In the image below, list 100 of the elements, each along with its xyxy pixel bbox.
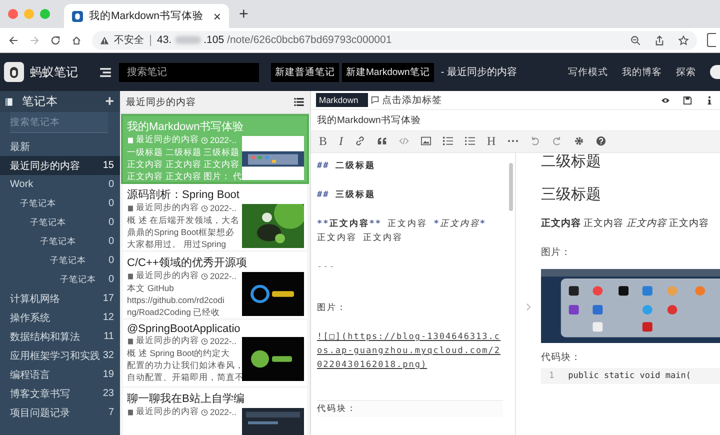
notebook-item[interactable]: 子笔记本 0: [0, 251, 120, 270]
notebook-item[interactable]: 子笔记本 0: [0, 270, 120, 289]
note-item[interactable]: 源码剖析：Spring Boot 最近同步的内容 2022-.. 概 述 在后端开发领域，大名 鼎鼎的Spring Boot框架想必 大家都用过。 用过Spring: [123, 184, 307, 250]
note-title: 聊一聊我在B站上自学编: [127, 392, 246, 406]
redo-icon[interactable]: [552, 136, 562, 146]
notebook-item[interactable]: 编程语言 19: [0, 365, 120, 384]
avatar-icon[interactable]: [710, 65, 720, 79]
notebook-search-field[interactable]: 搜索笔记本: [10, 112, 108, 133]
new-tab-button[interactable]: +: [239, 6, 248, 24]
new-note-button[interactable]: 新建普通笔记: [271, 62, 339, 82]
zoom-icon[interactable]: [630, 34, 641, 46]
format-button[interactable]: H: [487, 134, 496, 148]
notebook-item[interactable]: 计算机网络 17: [0, 289, 120, 308]
note-item[interactable]: 聊一聊我在B站上自学编 最近同步的内容 2022-..: [123, 388, 307, 435]
numbered-list-icon[interactable]: [443, 136, 454, 146]
notebook-item[interactable]: 子笔记本 0: [0, 213, 120, 232]
settings-icon[interactable]: [574, 136, 584, 146]
note-snippet: 鼎鼎的Spring Boot框架想必: [127, 226, 236, 238]
notebook-item[interactable]: 博客文章书写 23: [0, 384, 120, 403]
reload-icon[interactable]: [50, 34, 61, 46]
header-link[interactable]: 探索: [676, 66, 696, 78]
note-snippet: ng/Road2Coding 已经收: [127, 306, 222, 318]
clock-icon: [201, 204, 208, 212]
tab-close-button[interactable]: ×: [213, 8, 221, 24]
note-snippet: 大家都用过。 用过Spring: [127, 238, 227, 250]
note-title: C/C++领域的优秀开源项: [127, 256, 248, 270]
note-snippet: 本文 GitHub: [127, 282, 175, 294]
browser-tab[interactable]: 我的Markdown书写体验 ×: [64, 4, 229, 28]
scrollbar[interactable]: [509, 163, 513, 211]
preview-text: 图片：: [541, 246, 572, 259]
share-icon[interactable]: [654, 34, 665, 46]
sidebar-toggle-icon[interactable]: [707, 33, 716, 47]
header-link[interactable]: 写作模式: [568, 66, 608, 78]
notebook-icon: [127, 338, 134, 344]
back-icon[interactable]: [8, 34, 19, 46]
notebook-item[interactable]: 子笔记本 0: [0, 194, 120, 213]
note-notebook: 最近同步的内容: [136, 134, 199, 146]
clock-icon: [201, 136, 208, 144]
note-snippet: 概 述 在后端开发领域，大名: [127, 214, 240, 226]
blurred-address: [174, 36, 201, 44]
line-number: 1: [549, 371, 554, 381]
preview-text: 代码块：: [541, 351, 582, 364]
notebook-item[interactable]: Work 0: [0, 175, 120, 194]
app-logo-text: 蚂蚁笔记: [30, 64, 78, 80]
markdown-rule: ---: [317, 261, 336, 274]
image-icon[interactable]: [421, 136, 432, 146]
note-title: 源码剖析：Spring Boot: [127, 188, 240, 202]
undo-icon[interactable]: [530, 136, 540, 146]
preview-paragraph: 正文内容 正文内容 正文内容 正文内容: [541, 217, 710, 230]
eye-icon[interactable]: [661, 96, 670, 104]
note-snippet: 正文内容 正文内容 正文内容: [127, 158, 240, 170]
security-label: 不安全: [114, 34, 144, 47]
url-host: 43.: [157, 34, 172, 46]
clock-icon: [201, 338, 208, 344]
markdown-line: **正文内容** 正文内容 *正文内容*: [317, 218, 487, 231]
sidebar-title: 笔记本: [22, 94, 59, 109]
note-date: 2022-..: [210, 203, 236, 213]
markdown-heading: ## 二级标题: [317, 160, 376, 173]
search-field[interactable]: 搜索笔记: [119, 62, 259, 82]
preview-heading: 二级标题: [541, 153, 602, 171]
current-notebook-label: - 最近同步的内容: [440, 66, 517, 79]
notebook-item[interactable]: 最新: [0, 137, 120, 156]
star-icon[interactable]: [678, 34, 689, 46]
home-icon[interactable]: [71, 34, 82, 46]
markdown-line: 正文内容 正文内容: [317, 232, 404, 245]
note-item[interactable]: C/C++领域的优秀开源项 最近同步的内容 2022-.. 本文 GitHub https://github.com/rd2codi ng/Road2Coding 已经收: [123, 252, 307, 318]
ant-logo-icon: [72, 10, 83, 22]
address-field[interactable]: 不安全 43. .105 /note/626c0bcb67bd69793c000001: [92, 30, 697, 50]
ant-logo-icon: [4, 62, 24, 82]
note-tag[interactable]: Markdown: [316, 93, 368, 107]
add-tag-link[interactable]: 点击添加标签: [382, 94, 442, 106]
new-note-button[interactable]: 新建Markdown笔记: [342, 62, 434, 82]
format-button[interactable]: B: [319, 134, 328, 148]
notebook-item[interactable]: 子笔记本 0: [0, 232, 120, 251]
add-notebook-button[interactable]: +: [105, 93, 114, 110]
notebook-item[interactable]: 应用框架学习和实践 32: [0, 346, 120, 365]
link-icon[interactable]: [355, 136, 366, 146]
menu-icon[interactable]: [100, 68, 111, 76]
notebook-item[interactable]: 项目问题记录 7: [0, 403, 120, 422]
note-snippet: 配置的功力让我们如沐春风，: [127, 359, 240, 371]
help-icon[interactable]: [596, 136, 606, 146]
notebook-item[interactable]: 最近同步的内容 15: [0, 156, 120, 175]
url-path: /note/626c0bcb67bd69793c000001: [227, 34, 392, 46]
markdown-heading: ## 三级标题: [317, 189, 376, 202]
format-button[interactable]: I: [339, 134, 344, 148]
tab-title: 我的Markdown书写体验: [89, 9, 204, 23]
notebook-icon: [127, 272, 134, 280]
notebook-icon: [127, 204, 134, 212]
save-icon[interactable]: [683, 96, 692, 104]
notebook-item[interactable]: 操作系统 12: [0, 308, 120, 327]
list-view-icon[interactable]: [294, 98, 304, 106]
note-title: @SpringBootApplicatio: [127, 323, 242, 335]
note-notebook: 最近同步的内容: [136, 270, 199, 282]
info-icon[interactable]: [705, 96, 714, 104]
notebook-item[interactable]: 数据结构和算法 11: [0, 327, 120, 346]
quote-icon[interactable]: [377, 136, 388, 146]
note-snippet: 概 述 Spring Boot的约定大: [127, 347, 232, 359]
note-snippet: https://github.com/rd2codi: [127, 294, 226, 306]
bullet-list-icon[interactable]: [465, 136, 476, 146]
header-link[interactable]: 我的博客: [622, 66, 662, 78]
